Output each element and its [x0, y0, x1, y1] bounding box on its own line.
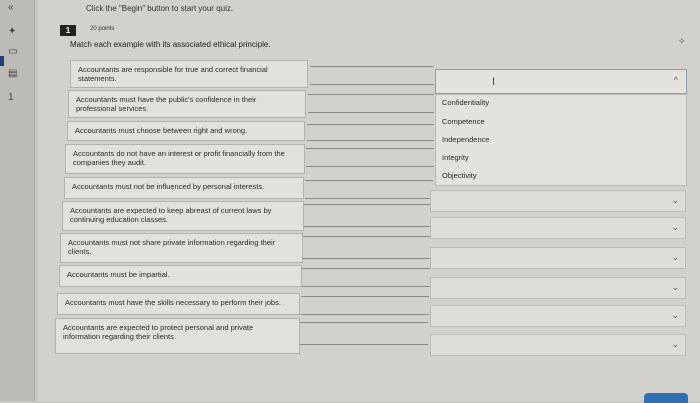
- match-item[interactable]: Accountants do not have an interest or p…: [65, 144, 305, 174]
- chevron-up-icon[interactable]: ^: [674, 75, 678, 85]
- connector-line: [308, 112, 434, 113]
- bookmark-icon[interactable]: ▭: [8, 46, 17, 57]
- question-number-badge: 1: [60, 25, 76, 36]
- connector-line: [306, 166, 434, 167]
- answer-dropdown[interactable]: ⌄: [430, 334, 686, 356]
- answer-dropdown[interactable]: ⌄: [430, 277, 686, 299]
- rail-edge-marker: [0, 56, 4, 66]
- connector-line: [310, 66, 434, 67]
- option-confidentiality[interactable]: Confidentiality: [442, 98, 489, 107]
- connector-line: [300, 344, 428, 345]
- connector-line: [303, 236, 431, 237]
- match-item[interactable]: Accountants must have the public's confi…: [68, 90, 306, 118]
- connector-line: [307, 124, 434, 125]
- match-item[interactable]: Accountants must not be influenced by pe…: [64, 177, 304, 199]
- answer-dropdown[interactable]: ⌄: [430, 217, 686, 239]
- connector-line: [302, 286, 430, 287]
- connector-line: [304, 226, 432, 227]
- left-rail: « ✦ ▭ ▤ 1: [0, 0, 35, 401]
- rail-question-number[interactable]: 1: [8, 92, 14, 103]
- chevron-down-icon: ⌄: [671, 222, 679, 232]
- option-competence[interactable]: Competence: [442, 117, 485, 126]
- connector-line: [310, 84, 434, 85]
- text-cursor-icon: I: [492, 76, 496, 88]
- answer-dropdown[interactable]: ⌄: [430, 247, 686, 269]
- instruction-text: Click the "Begin" button to start your q…: [86, 4, 234, 13]
- connector-line: [308, 94, 434, 95]
- connector-line: [306, 148, 434, 149]
- connector-line: [300, 322, 428, 323]
- answer-dropdown[interactable]: ⌄: [430, 305, 686, 327]
- match-item[interactable]: Accountants are expected to protect pers…: [55, 318, 300, 354]
- chevron-down-icon: ⌄: [671, 310, 679, 320]
- connector-line: [305, 180, 433, 181]
- back-arrow-icon[interactable]: «: [8, 2, 14, 13]
- chevron-down-icon: ⌄: [671, 252, 679, 262]
- quiz-main: Click the "Begin" button to start your q…: [38, 0, 700, 403]
- chevron-down-icon: ⌄: [671, 339, 679, 349]
- connector-line: [305, 198, 433, 199]
- connector-line: [304, 204, 432, 205]
- match-item[interactable]: Accountants are responsible for true and…: [70, 60, 308, 88]
- star-icon[interactable]: ✦: [8, 26, 16, 37]
- answer-dropdown[interactable]: ⌄: [430, 190, 686, 212]
- dropdown-menu: Confidentiality Competence Independence …: [435, 94, 687, 186]
- option-independence[interactable]: Independence: [442, 135, 490, 144]
- connector-line: [307, 140, 434, 141]
- connector-line: [303, 258, 431, 259]
- option-objectivity[interactable]: Objectivity: [442, 171, 477, 180]
- match-item[interactable]: Accountants are expected to keep abreast…: [62, 201, 304, 231]
- match-item[interactable]: Accountants must have the skills necessa…: [57, 293, 300, 315]
- match-item[interactable]: Accountants must be impartial.: [59, 265, 302, 287]
- question-prompt: Match each example with its associated e…: [70, 40, 271, 49]
- connector-line: [302, 268, 430, 269]
- chevron-down-icon: ⌄: [671, 195, 679, 205]
- connector-line: [301, 296, 429, 297]
- match-item[interactable]: Accountants must not share private infor…: [60, 233, 303, 263]
- calculator-icon[interactable]: ▤: [8, 68, 17, 79]
- option-integrity[interactable]: Integrity: [442, 153, 469, 162]
- chevron-down-icon: ⌄: [671, 282, 679, 292]
- match-item[interactable]: Accountants must choose between right an…: [67, 121, 305, 141]
- connector-line: [301, 314, 429, 315]
- pin-icon[interactable]: ✧: [678, 36, 686, 47]
- next-button[interactable]: [644, 393, 688, 403]
- answer-dropdown-open[interactable]: I ^: [435, 69, 687, 94]
- points-label: 20 points: [90, 26, 115, 32]
